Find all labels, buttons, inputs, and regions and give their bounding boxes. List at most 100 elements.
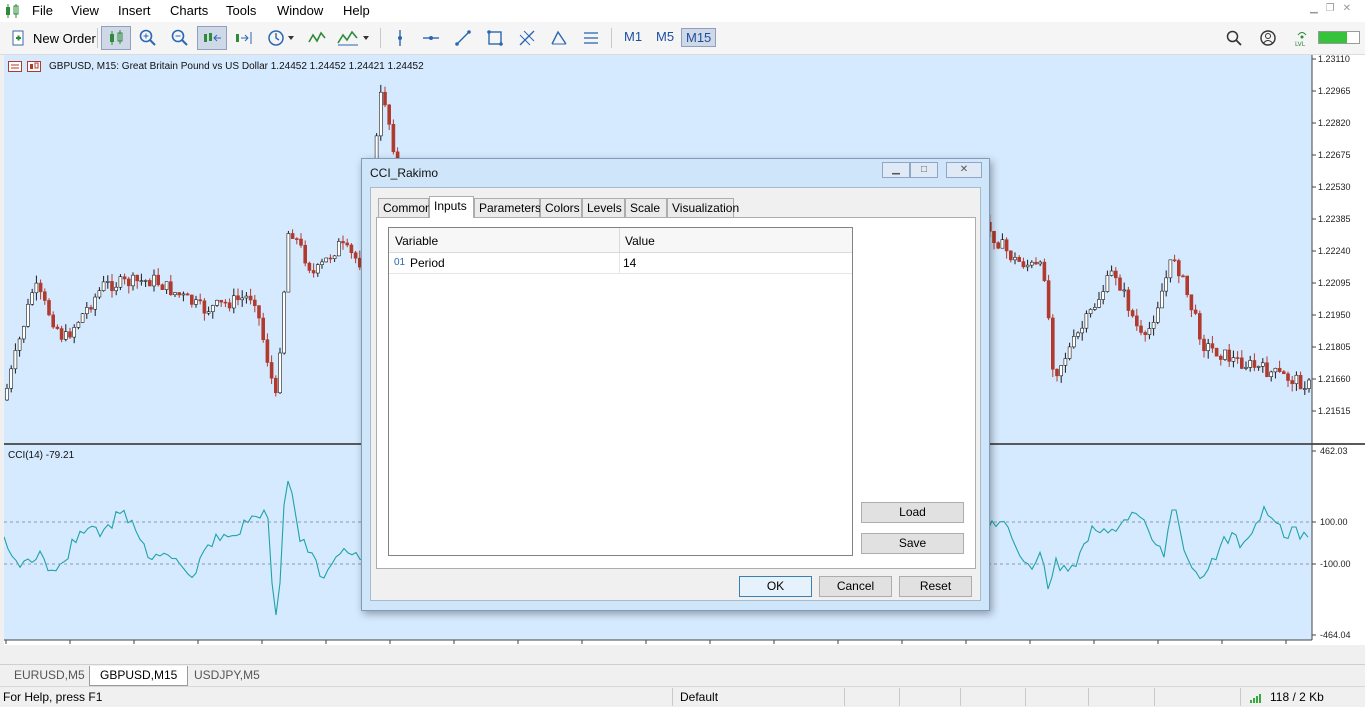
menu-tools[interactable]: Tools [226, 3, 256, 18]
signal-button[interactable]: LVL [1290, 26, 1314, 50]
search-button[interactable] [1222, 26, 1246, 50]
minimize-icon[interactable]: ▁ [1310, 3, 1326, 14]
dialog-maximize-button[interactable]: □ [910, 162, 938, 178]
status-profile[interactable]: Default [680, 690, 718, 704]
autoscroll-button[interactable] [197, 26, 227, 50]
candle-body [17, 338, 22, 351]
new-order-button[interactable]: New Order [10, 26, 96, 50]
tab-levels[interactable]: Levels [582, 198, 625, 217]
fibonacci-button[interactable] [515, 26, 539, 50]
candle-body [324, 257, 329, 263]
triangle-button[interactable] [547, 26, 571, 50]
candle-body [68, 331, 72, 338]
status-divider [1088, 688, 1089, 706]
chart-tab-gbpusd[interactable]: GBPUSD,M15 [89, 666, 189, 686]
candle-body [1126, 289, 1131, 311]
menu-view[interactable]: View [71, 3, 99, 18]
status-divider [1154, 688, 1155, 706]
candle-body [198, 299, 202, 302]
load-button[interactable]: Load [861, 502, 964, 523]
trendline-button[interactable] [451, 26, 475, 50]
menu-file[interactable]: File [32, 3, 53, 18]
chart-menu-icon[interactable] [8, 61, 42, 72]
tab-inputs[interactable]: Inputs [429, 196, 474, 218]
restore-icon[interactable]: ❐ [1326, 3, 1343, 14]
timeframe-m15[interactable]: M15 [681, 28, 717, 47]
horizontal-line-button[interactable] [419, 26, 443, 50]
candle-body [349, 244, 354, 254]
candle-body [345, 242, 350, 246]
minimize-icon: ▁ [892, 164, 900, 175]
reset-button[interactable]: Reset [899, 576, 972, 597]
candle-body [211, 305, 215, 312]
tab-visualization[interactable]: Visualization [667, 198, 739, 217]
timeframe-dropdown[interactable] [262, 26, 300, 50]
candle-body [206, 311, 211, 314]
search-icon [1226, 30, 1242, 46]
inputs-grid[interactable]: Variable Value 01 Period 14 [388, 227, 853, 556]
timeframe-m1[interactable]: M1 [620, 28, 646, 45]
candle-body [290, 233, 295, 239]
app-logo-icon [6, 4, 19, 18]
indicators-button[interactable] [305, 26, 329, 50]
zoom-out-button[interactable] [167, 26, 193, 50]
candle-body [1025, 264, 1030, 268]
chart-type-dropdown[interactable] [335, 26, 373, 50]
candle-body [181, 293, 186, 296]
traffic-counter[interactable]: 118 / 2 Kb [1270, 690, 1324, 704]
table-row[interactable]: 01 Period 14 [389, 253, 852, 274]
chart-shift-button[interactable] [231, 26, 257, 50]
account-button[interactable] [1256, 26, 1280, 50]
dialog-minimize-button[interactable]: ▁ [882, 162, 910, 178]
candle-body [353, 252, 358, 259]
window-controls[interactable]: ▁❐✕ [1310, 3, 1359, 14]
timeframe-m5[interactable]: M5 [652, 28, 678, 45]
candle-body [194, 299, 198, 305]
candle-body [38, 282, 43, 293]
cancel-button[interactable]: Cancel [819, 576, 892, 597]
save-button[interactable]: Save [861, 533, 964, 554]
menu-insert[interactable]: Insert [118, 3, 151, 18]
candle-body [1046, 280, 1051, 319]
candle-body [1210, 343, 1215, 349]
candle-body [253, 299, 257, 306]
ok-button[interactable]: OK [739, 576, 812, 597]
price-label: 1.22965 [1318, 86, 1351, 96]
candle-body [1088, 309, 1093, 315]
chart-tab-usdjpy[interactable]: USDJPY,M5 [184, 666, 270, 686]
candle-body [114, 286, 118, 292]
menu-charts[interactable]: Charts [170, 3, 208, 18]
candle-body [244, 295, 249, 299]
variable-value[interactable]: 14 [623, 256, 636, 270]
tab-scale[interactable]: Scale [625, 198, 667, 217]
candle-body [1265, 362, 1269, 377]
candle-body [110, 281, 114, 292]
chart-tab-eurusd[interactable]: EURUSD,M5 [4, 666, 95, 686]
candle-body [59, 328, 64, 340]
connection-icon [1250, 694, 1261, 703]
close-icon[interactable]: ✕ [1343, 3, 1359, 14]
autoscroll-icon [204, 33, 221, 42]
column-divider[interactable] [619, 228, 620, 252]
menu-window[interactable]: Window [277, 3, 323, 18]
zoom-in-button[interactable] [135, 26, 161, 50]
candlestick-chart-button[interactable] [101, 26, 131, 50]
rectangle-button[interactable] [483, 26, 507, 50]
candle-body [5, 388, 9, 401]
candle-body [1223, 349, 1227, 360]
menu-help[interactable]: Help [343, 3, 370, 18]
tab-parameters[interactable]: Parameters [474, 198, 541, 217]
candle-body [1051, 317, 1055, 370]
candle-body [269, 362, 274, 379]
channel-button[interactable] [579, 26, 603, 50]
signal-icon: LVL [1295, 32, 1307, 47]
candle-body [1231, 357, 1236, 362]
tab-colors[interactable]: Colors [540, 198, 582, 217]
vertical-line-button[interactable] [388, 26, 412, 50]
column-header-value[interactable]: Value [625, 234, 655, 248]
column-header-variable[interactable]: Variable [395, 234, 438, 248]
tab-common[interactable]: Common [378, 198, 432, 217]
candle-body [34, 282, 39, 294]
status-bar: For Help, press F1 Default 118 / 2 Kb [0, 686, 1365, 707]
dialog-close-button[interactable]: ✕ [946, 162, 982, 178]
